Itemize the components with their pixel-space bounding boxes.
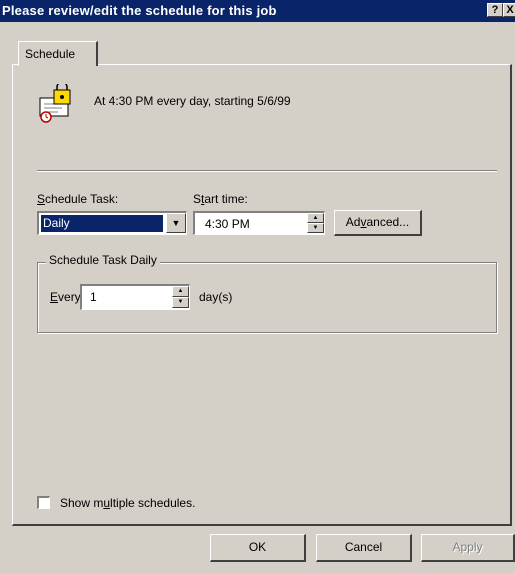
schedule-task-label: Schedule Task: (37, 192, 119, 206)
help-button[interactable]: ? (487, 3, 503, 17)
spin-down-icon[interactable]: ▼ (307, 223, 324, 233)
group-title: Schedule Task Daily (46, 253, 160, 267)
schedule-task-select[interactable]: Daily ▼ (37, 211, 187, 235)
cancel-button[interactable]: Cancel (316, 534, 412, 562)
every-days-value: 1 (90, 290, 97, 304)
ok-button[interactable]: OK (210, 534, 306, 562)
close-button[interactable]: X (503, 3, 515, 17)
schedule-task-value: Daily (40, 214, 164, 233)
apply-button[interactable]: Apply (421, 534, 515, 562)
scheduled-task-icon (39, 84, 71, 123)
chevron-down-icon[interactable]: ▼ (166, 213, 186, 233)
advanced-button[interactable]: Advanced... (334, 210, 422, 236)
tab-schedule[interactable]: Schedule (18, 41, 98, 66)
separator (37, 170, 497, 172)
spin-down-icon[interactable]: ▼ (172, 297, 189, 308)
every-days-stepper: ▲ ▼ (172, 286, 189, 308)
show-multiple-checkbox[interactable] (37, 496, 50, 509)
title-bar[interactable]: Please review/edit the schedule for this… (0, 0, 515, 22)
start-time-value: 4:30 PM (205, 217, 250, 231)
every-days-input[interactable]: 1 ▲ ▼ (80, 284, 190, 310)
spin-up-icon[interactable]: ▲ (307, 213, 324, 223)
tab-schedule-label: Schedule (25, 47, 76, 61)
start-time-label: Start time: (193, 192, 248, 206)
start-time-input[interactable]: 4:30 PM ▲ ▼ (193, 211, 325, 235)
spin-up-icon[interactable]: ▲ (172, 286, 189, 297)
window-title: Please review/edit the schedule for this… (2, 3, 277, 18)
days-unit-label: day(s) (199, 290, 233, 304)
show-multiple-label[interactable]: Show multiple schedules. (60, 496, 195, 510)
every-label: Every (50, 290, 81, 304)
schedule-summary: At 4:30 PM every day, starting 5/6/99 (94, 94, 291, 108)
schedule-dialog: Please review/edit the schedule for this… (0, 0, 515, 573)
start-time-stepper: ▲ ▼ (307, 213, 324, 233)
